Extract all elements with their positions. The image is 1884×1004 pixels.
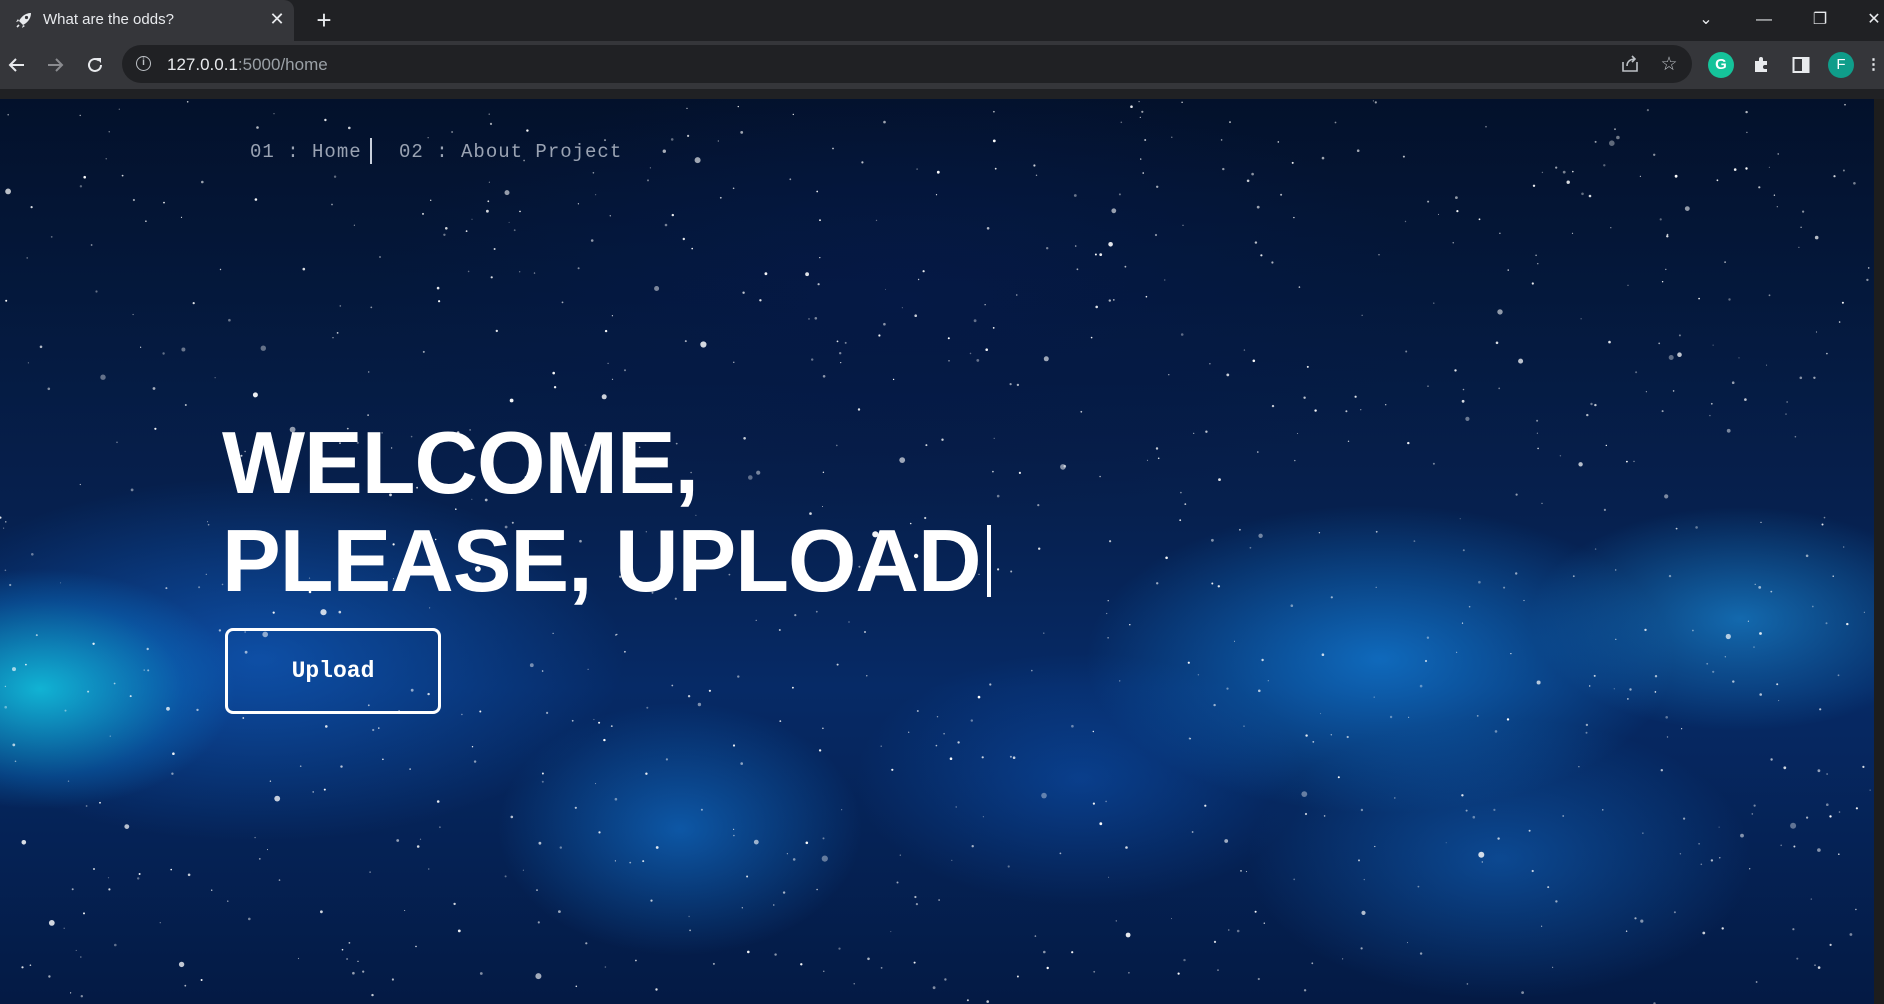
hero-line-2: PLEASE, UPLOAD xyxy=(222,512,991,610)
bookmark-star-icon[interactable]: ☆ xyxy=(1658,54,1680,76)
browser-tabstrip: What are the odds? ✕ + ⌄ — ❐ ✕ xyxy=(0,0,1884,41)
site-info-icon[interactable]: i xyxy=(136,56,151,71)
side-panel-icon[interactable] xyxy=(1788,52,1814,78)
close-window-button[interactable]: ✕ xyxy=(1852,6,1884,34)
share-icon[interactable] xyxy=(1619,54,1641,76)
extensions-puzzle-icon[interactable] xyxy=(1748,52,1774,78)
hero-line-2-text: PLEASE, UPLOAD xyxy=(222,511,982,610)
upload-button[interactable]: Upload xyxy=(225,628,441,714)
profile-avatar[interactable]: F xyxy=(1828,52,1854,78)
nav-link-home[interactable]: 01 : Home xyxy=(250,141,362,163)
new-tab-button[interactable]: + xyxy=(310,7,338,35)
browser-toolbar: i 127.0.0.1:5000/home ☆ G F ⋮ xyxy=(0,41,1884,89)
hero-heading: WELCOME, PLEASE, UPLOAD xyxy=(222,414,991,610)
tab-title: What are the odds? xyxy=(43,11,174,28)
page-viewport: 01 : Home 02 : About Project WELCOME, PL… xyxy=(0,99,1874,1004)
typing-caret xyxy=(986,525,991,597)
address-bar[interactable]: i 127.0.0.1:5000/home ☆ xyxy=(122,45,1692,83)
back-button[interactable] xyxy=(0,48,34,82)
browser-tab[interactable]: What are the odds? ✕ xyxy=(0,0,294,41)
minimize-button[interactable]: — xyxy=(1742,6,1786,34)
scrollbar-track[interactable] xyxy=(1874,99,1884,1004)
grammarly-extension-icon[interactable]: G xyxy=(1708,52,1734,78)
browser-menu-icon[interactable]: ⋮ xyxy=(1866,52,1881,78)
hero-line-1: WELCOME, xyxy=(222,413,699,512)
url-text[interactable]: 127.0.0.1:5000/home xyxy=(167,55,328,75)
restore-button[interactable]: ❐ xyxy=(1798,6,1842,34)
nav-link-about-project[interactable]: 02 : About Project xyxy=(399,141,622,163)
tab-search-icon[interactable]: ⌄ xyxy=(1684,6,1728,34)
forward-button[interactable] xyxy=(38,48,72,82)
rocket-icon xyxy=(14,10,34,30)
nav-divider xyxy=(370,138,372,164)
tab-close-icon[interactable]: ✕ xyxy=(266,8,288,30)
reload-button[interactable] xyxy=(78,48,112,82)
